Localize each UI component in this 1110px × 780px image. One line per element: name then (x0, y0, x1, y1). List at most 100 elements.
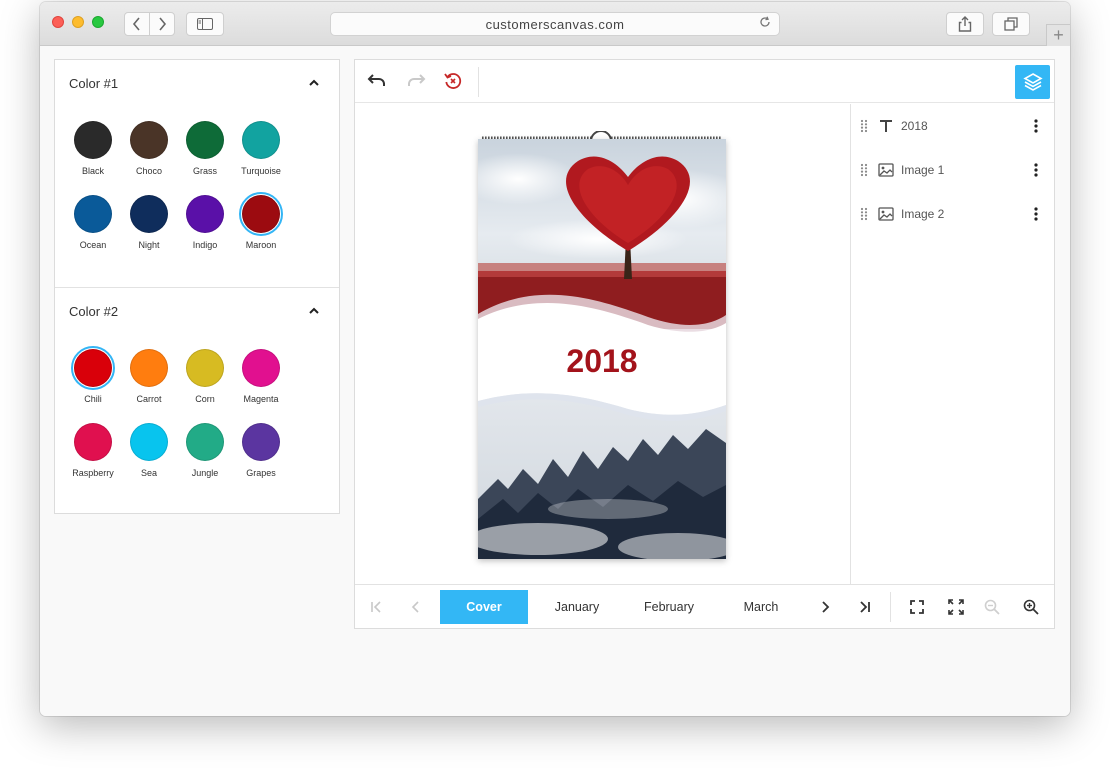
minimize-window-button[interactable] (72, 16, 84, 28)
sidebar-icon (197, 18, 213, 30)
revert-history-icon (444, 73, 462, 89)
swatch-ring[interactable] (71, 420, 115, 464)
reload-icon[interactable] (759, 16, 771, 31)
swatch-color-dot[interactable] (74, 423, 112, 461)
swatch-color-dot[interactable] (242, 121, 280, 159)
redo-button[interactable] (404, 70, 428, 92)
swatch-ring[interactable] (127, 420, 171, 464)
next-page-button[interactable] (814, 596, 836, 618)
color-swatch-choco[interactable]: Choco (121, 118, 177, 176)
color-swatch-indigo[interactable]: Indigo (177, 192, 233, 250)
color-swatch-turquoise[interactable]: Turquoise (233, 118, 289, 176)
swatch-color-dot[interactable] (186, 423, 224, 461)
more-vertical-icon[interactable] (1034, 119, 1038, 133)
new-tab-button[interactable]: + (1046, 24, 1070, 46)
swatch-ring[interactable] (183, 192, 227, 236)
back-button[interactable] (124, 12, 150, 36)
page-tab-january[interactable]: January (531, 590, 623, 624)
calendar-product[interactable]: 2018 (478, 131, 726, 559)
swatch-color-dot[interactable] (130, 121, 168, 159)
zoom-window-button[interactable] (92, 16, 104, 28)
image-icon (878, 207, 894, 221)
swatch-color-dot[interactable] (186, 121, 224, 159)
color-swatch-grass[interactable]: Grass (177, 118, 233, 176)
chevron-up-icon[interactable] (307, 76, 321, 90)
swatch-ring[interactable] (183, 118, 227, 162)
chevron-up-icon[interactable] (307, 304, 321, 318)
drag-handle-icon[interactable] (860, 119, 868, 133)
layers-button[interactable] (1015, 65, 1050, 99)
address-bar[interactable]: customerscanvas.com (330, 12, 780, 36)
prev-page-button[interactable] (405, 596, 427, 618)
zoom-in-button[interactable] (1020, 596, 1042, 618)
swatch-color-dot[interactable] (242, 349, 280, 387)
color-swatch-grapes[interactable]: Grapes (233, 420, 289, 478)
swatch-color-dot[interactable] (186, 195, 224, 233)
tabs-overview-button[interactable] (992, 12, 1030, 36)
color-swatch-ocean[interactable]: Ocean (65, 192, 121, 250)
calendar-cover-page[interactable]: 2018 (478, 139, 726, 559)
color-swatch-corn[interactable]: Corn (177, 346, 233, 404)
page-tab-march[interactable]: March (715, 590, 807, 624)
zoom-out-button[interactable] (981, 596, 1003, 618)
swatch-color-dot[interactable] (186, 349, 224, 387)
first-page-button[interactable] (365, 596, 387, 618)
undo-icon (367, 74, 385, 86)
color-swatch-black[interactable]: Black (65, 118, 121, 176)
color-swatch-maroon[interactable]: Maroon (233, 192, 289, 250)
layer-row[interactable]: 2018 (851, 112, 1055, 140)
swatch-ring[interactable] (183, 346, 227, 390)
color-swatch-jungle[interactable]: Jungle (177, 420, 233, 478)
share-button[interactable] (946, 12, 984, 36)
page-tab-february[interactable]: February (623, 590, 715, 624)
revert-button[interactable] (441, 70, 465, 92)
swatch-ring[interactable] (71, 346, 115, 390)
swatch-color-dot[interactable] (74, 195, 112, 233)
layer-row[interactable]: Image 1 (851, 156, 1055, 184)
page-tab-cover[interactable]: Cover (440, 590, 528, 624)
swatch-color-dot[interactable] (130, 195, 168, 233)
swatch-color-dot[interactable] (242, 195, 280, 233)
last-page-button[interactable] (854, 596, 876, 618)
color-swatch-raspberry[interactable]: Raspberry (65, 420, 121, 478)
drag-handle-icon[interactable] (860, 163, 868, 177)
swatch-ring[interactable] (239, 346, 283, 390)
swatch-ring[interactable] (183, 420, 227, 464)
more-vertical-icon[interactable] (1034, 207, 1038, 221)
more-vertical-icon[interactable] (1034, 163, 1038, 177)
layer-row[interactable]: Image 2 (851, 200, 1055, 228)
swatch-color-dot[interactable] (74, 349, 112, 387)
color-swatch-sea[interactable]: Sea (121, 420, 177, 478)
cover-wave-top-forest (478, 375, 726, 421)
color-swatch-night[interactable]: Night (121, 192, 177, 250)
swatch-label: Carrot (136, 394, 162, 404)
sidebar-toggle-button[interactable] (186, 12, 224, 36)
swatch-color-dot[interactable] (242, 423, 280, 461)
fit-screen-icon (910, 600, 924, 614)
swatch-ring[interactable] (71, 192, 115, 236)
color-swatch-carrot[interactable]: Carrot (121, 346, 177, 404)
swatch-ring[interactable] (71, 118, 115, 162)
close-window-button[interactable] (52, 16, 64, 28)
drag-handle-icon[interactable] (860, 207, 868, 221)
fit-screen-button[interactable] (906, 596, 928, 618)
swatch-ring[interactable] (239, 192, 283, 236)
swatch-ring[interactable] (127, 346, 171, 390)
fullscreen-button[interactable] (945, 596, 967, 618)
swatch-ring[interactable] (127, 192, 171, 236)
color-swatch-magenta[interactable]: Magenta (233, 346, 289, 404)
swatch-ring[interactable] (239, 420, 283, 464)
swatch-color-dot[interactable] (74, 121, 112, 159)
swatch-ring[interactable] (127, 118, 171, 162)
swatch-label: Chili (84, 394, 102, 404)
swatch-label: Corn (195, 394, 215, 404)
color-panel: Color #1 Black Choco Grass Turquoise Ocean Ni… (54, 59, 340, 514)
swatch-color-dot[interactable] (130, 423, 168, 461)
undo-button[interactable] (365, 70, 389, 92)
color-swatch-chili[interactable]: Chili (65, 346, 121, 404)
swatch-color-dot[interactable] (130, 349, 168, 387)
design-canvas[interactable]: 2018 (355, 104, 850, 584)
forward-button[interactable] (149, 12, 175, 36)
swatch-ring[interactable] (239, 118, 283, 162)
browser-window: customerscanvas.com + Color #1 Black Choc… (40, 2, 1070, 716)
